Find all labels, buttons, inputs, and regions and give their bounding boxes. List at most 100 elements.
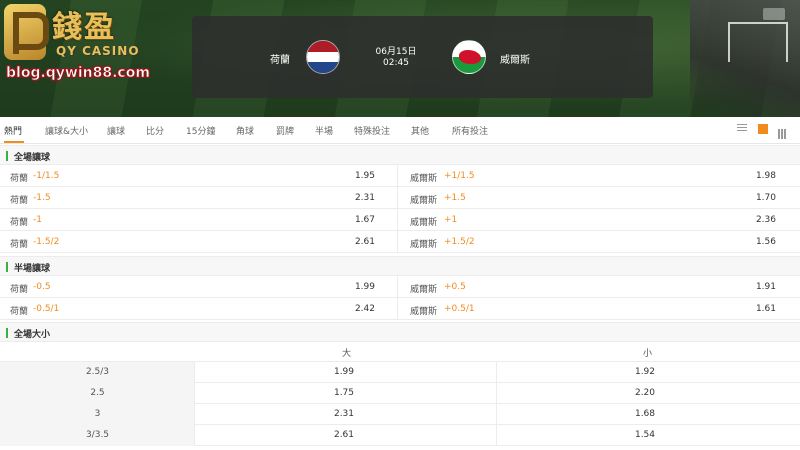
team-label: 威爾斯 (410, 240, 438, 250)
over-odds[interactable]: 1.99 (314, 367, 374, 377)
odds-cell-home[interactable]: 荷蘭 -1.5/2 2.61 (0, 231, 398, 253)
section-header-full-ou[interactable]: 全場大小 (0, 322, 800, 342)
odds-cell-home[interactable]: 荷蘭 -1 1.67 (0, 209, 398, 231)
tab-correct-score[interactable]: 比分 (146, 124, 164, 137)
under-odds[interactable]: 2.20 (615, 388, 675, 398)
tab-handicap[interactable]: 讓球 (107, 124, 125, 137)
handicap-value: -1 (33, 215, 42, 225)
odds-value: 1.56 (755, 237, 776, 247)
team-label: 威爾斯 (410, 218, 438, 228)
logo-brand-en: QY CASINO (56, 44, 140, 58)
odds-value: 1.61 (755, 304, 776, 314)
handicap-value: -1.5 (33, 193, 51, 203)
table-row: 荷蘭 -0.5 1.99 威爾斯 +0.5 1.91 (0, 276, 800, 298)
section-marker (6, 262, 8, 272)
match-time: 02:45 (383, 58, 409, 68)
tab-others[interactable]: 其他 (411, 124, 429, 137)
market-tabs: 熱門 讓球&大小 讓球 比分 15分鐘 角球 罰牌 半場 特殊投注 其他 所有投… (0, 117, 800, 144)
logo-brand-cn: 錢盈 (52, 10, 116, 45)
team-label: 威爾斯 (410, 285, 438, 295)
handicap-value: +0.5/1 (444, 304, 475, 314)
active-tab-indicator (4, 141, 24, 143)
table-row: 3/3.5 2.61 1.54 (0, 425, 800, 446)
odds-cell-away[interactable]: 威爾斯 +1 2.36 (400, 209, 798, 231)
team-label: 荷蘭 (10, 196, 29, 206)
odds-value: 1.99 (354, 282, 375, 292)
over-label: 大 (342, 349, 352, 359)
column-divider (496, 425, 497, 446)
app-root: 荷蘭 06月15日 02:45 威爾斯 錢盈 QY CASINO blog.qy… (0, 0, 800, 450)
handicap-value: -0.5/1 (33, 304, 60, 314)
table-row: 荷蘭 -1 1.67 威爾斯 +1 2.36 (0, 209, 800, 231)
section-marker (6, 328, 8, 338)
tab-all-bets[interactable]: 所有投注 (452, 124, 488, 137)
under-odds[interactable]: 1.54 (615, 430, 675, 440)
table-row: 荷蘭 -1.5/2 2.61 威爾斯 +1.5/2 1.56 (0, 231, 800, 253)
odds-value: 2.42 (354, 304, 375, 314)
handicap-value: +1.5 (444, 193, 466, 203)
odds-value: 1.95 (354, 171, 375, 181)
list-icon[interactable] (737, 124, 747, 134)
odds-cell-home[interactable]: 荷蘭 -1/1.5 1.95 (0, 165, 398, 187)
odds-value: 1.67 (354, 215, 375, 225)
tab-15-minutes[interactable]: 15分鐘 (186, 124, 215, 137)
over-odds[interactable]: 1.75 (314, 388, 374, 398)
team-label: 荷蘭 (10, 307, 29, 317)
ou-column-header: 大 小 (0, 342, 800, 362)
home-team-name: 荷蘭 (270, 55, 290, 66)
table-row: 3 2.31 1.68 (0, 404, 800, 425)
over-odds[interactable]: 2.31 (314, 409, 374, 419)
handicap-value: -1/1.5 (33, 171, 60, 181)
odds-cell-away[interactable]: 威爾斯 +1.5/2 1.56 (400, 231, 798, 253)
table-row: 2.5 1.75 2.20 (0, 383, 800, 404)
under-odds[interactable]: 1.92 (615, 367, 675, 377)
away-team-name: 威爾斯 (500, 55, 530, 66)
tab-hot[interactable]: 熱門 (4, 124, 22, 137)
odds-value: 1.91 (755, 282, 776, 292)
grid-icon[interactable] (778, 124, 788, 139)
team-label: 荷蘭 (10, 218, 29, 228)
handicap-value: +1/1.5 (444, 171, 475, 181)
section-title: 全場讓球 (14, 153, 51, 163)
odds-cell-home[interactable]: 荷蘭 -0.5/1 2.42 (0, 298, 398, 320)
ou-line-value: 2.5/3 (85, 367, 110, 377)
tab-half-time[interactable]: 半場 (315, 124, 333, 137)
odds-cell-home[interactable]: 荷蘭 -0.5 1.99 (0, 276, 398, 298)
under-label: 小 (643, 349, 653, 359)
section-header-half-handicap[interactable]: 半場讓球 (0, 256, 800, 276)
team-label: 荷蘭 (10, 174, 29, 184)
odds-cell-away[interactable]: 威爾斯 +0.5/1 1.61 (400, 298, 798, 320)
odds-value: 1.98 (755, 171, 776, 181)
tab-corners[interactable]: 角球 (236, 124, 254, 137)
tab-bookings[interactable]: 罰牌 (276, 124, 294, 137)
odds-value: 2.61 (354, 237, 375, 247)
under-odds[interactable]: 1.68 (615, 409, 675, 419)
odds-cell-away[interactable]: 威爾斯 +1.5 1.70 (400, 187, 798, 209)
match-info-card (192, 16, 653, 98)
handicap-value: +1 (444, 215, 458, 225)
qy-casino-logo-icon (4, 4, 49, 60)
team-label: 威爾斯 (410, 196, 438, 206)
tab-special-bets[interactable]: 特殊投注 (354, 124, 390, 137)
team-label: 荷蘭 (10, 240, 29, 250)
netherlands-flag-icon (306, 40, 340, 74)
wales-flag-icon (452, 40, 486, 74)
square-icon[interactable] (758, 124, 768, 134)
banner-toggle-button[interactable] (763, 8, 785, 20)
odds-cell-away[interactable]: 威爾斯 +1/1.5 1.98 (400, 165, 798, 187)
ou-line-cell: 3/3.5 (0, 425, 195, 446)
team-label: 荷蘭 (10, 285, 29, 295)
ou-line-cell: 2.5 (0, 383, 195, 404)
table-row: 荷蘭 -1/1.5 1.95 威爾斯 +1/1.5 1.98 (0, 165, 800, 187)
tab-handicap-ou[interactable]: 讓球&大小 (45, 124, 88, 137)
odds-cell-home[interactable]: 荷蘭 -1.5 2.31 (0, 187, 398, 209)
match-date: 06月15日 (375, 47, 417, 57)
odds-value: 2.36 (755, 215, 776, 225)
odds-value: 1.70 (755, 193, 776, 203)
ou-line-cell: 3 (0, 404, 195, 425)
section-marker (6, 151, 8, 161)
section-header-full-handicap[interactable]: 全場讓球 (0, 145, 800, 165)
odds-cell-away[interactable]: 威爾斯 +0.5 1.91 (400, 276, 798, 298)
over-odds[interactable]: 2.61 (314, 430, 374, 440)
team-label: 威爾斯 (410, 307, 438, 317)
